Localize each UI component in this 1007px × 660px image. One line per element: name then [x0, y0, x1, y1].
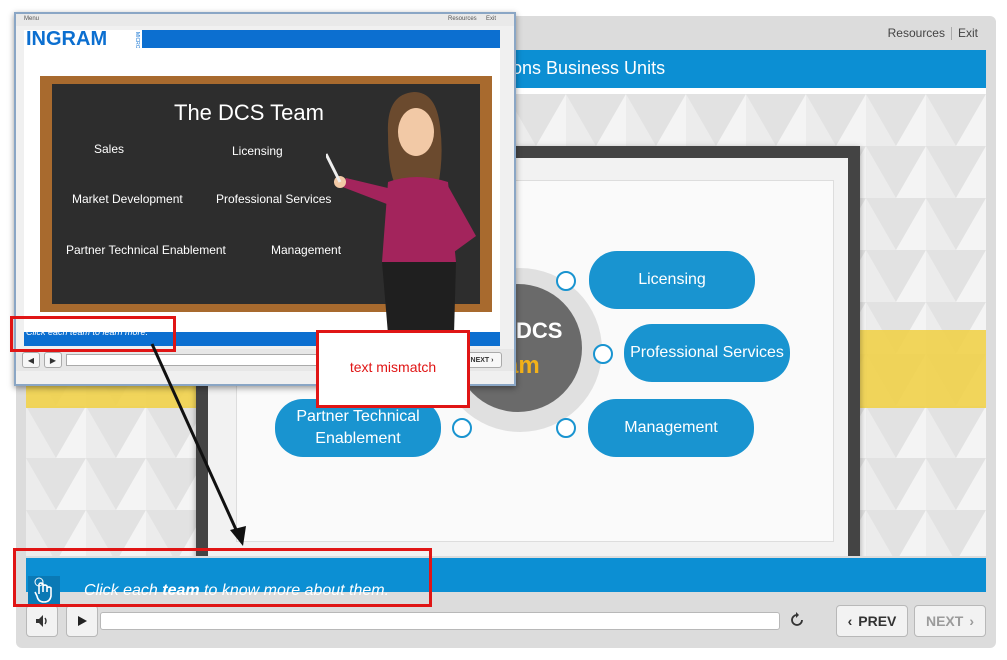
- top-links: Resources Exit: [888, 26, 978, 41]
- board-item-sales[interactable]: Sales: [94, 142, 124, 156]
- chevron-left-icon: ‹: [847, 613, 853, 629]
- slide-title: ons Business Units: [512, 58, 666, 78]
- connector-dot: [593, 344, 613, 364]
- annotation-box-main-caption: [13, 548, 432, 607]
- board-item-licensing[interactable]: Licensing: [232, 144, 283, 158]
- team-professional-services-button[interactable]: Professional Services: [624, 324, 790, 382]
- mini-resources-link[interactable]: Resources: [448, 16, 477, 22]
- prev-label: PREV: [858, 613, 897, 629]
- mini-play-button[interactable]: ▶: [44, 352, 62, 368]
- annotation-label: text mismatch: [349, 359, 437, 375]
- ingram-logo-sub: MICRO: [134, 32, 140, 49]
- board-item-professional-services[interactable]: Professional Services: [216, 192, 331, 206]
- next-button[interactable]: NEXT ›: [914, 605, 986, 637]
- annotation-box-mini-caption: [10, 316, 176, 352]
- team-licensing-button[interactable]: Licensing: [589, 251, 755, 309]
- next-label: NEXT: [925, 613, 964, 629]
- play-button[interactable]: [66, 605, 98, 637]
- annotation-callout: text mismatch: [316, 330, 470, 408]
- speaker-icon: [36, 615, 47, 627]
- chevron-right-icon: ›: [969, 613, 974, 629]
- connector-dot: [556, 418, 576, 438]
- presenter-illustration: [326, 92, 476, 334]
- connector-dot: [452, 418, 472, 438]
- hub-label-top: DCS: [516, 318, 563, 343]
- resources-link[interactable]: Resources: [888, 26, 945, 40]
- mini-menu-link[interactable]: Menu: [24, 16, 39, 22]
- prev-button[interactable]: ‹ PREV: [836, 605, 908, 637]
- play-icon: [78, 616, 87, 626]
- mute-button[interactable]: [26, 605, 58, 637]
- board-title: The DCS Team: [174, 100, 324, 125]
- team-management-button[interactable]: Management: [588, 399, 754, 457]
- mini-next-label: NEXT: [470, 356, 490, 364]
- mini-exit-link[interactable]: Exit: [486, 16, 496, 22]
- replay-icon[interactable]: [788, 611, 806, 629]
- progress-bar[interactable]: [100, 612, 780, 630]
- board-item-market-development[interactable]: Market Development: [72, 192, 183, 206]
- board-item-partner-technical-enablement[interactable]: Partner Technical Enablement: [66, 243, 226, 257]
- mini-mute-button[interactable]: ◀: [22, 352, 40, 368]
- connector-dot: [556, 271, 576, 291]
- exit-link[interactable]: Exit: [958, 26, 978, 40]
- mini-top-bar: Menu Resources Exit: [16, 14, 514, 26]
- divider: [950, 27, 952, 41]
